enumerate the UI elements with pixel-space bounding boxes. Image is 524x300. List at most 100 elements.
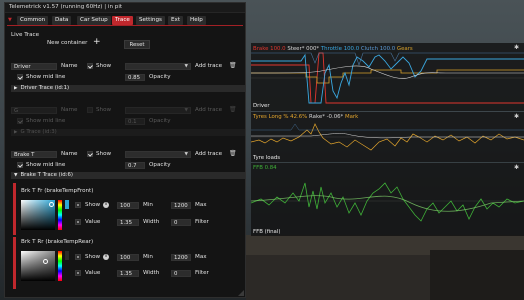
- opacity-label: Opacity: [149, 74, 171, 80]
- name-label: Name: [61, 151, 78, 157]
- opacity-label: Opacity: [149, 162, 171, 168]
- hue-slider[interactable]: [58, 251, 62, 281]
- trash-icon[interactable]: 🗑: [229, 62, 237, 69]
- chevron-down-icon: ▼: [184, 152, 188, 157]
- show-checkbox[interactable]: [87, 151, 93, 157]
- container-name-input[interactable]: Driver: [11, 63, 57, 70]
- min-input[interactable]: 100: [117, 254, 139, 261]
- trash-icon[interactable]: 🗑: [229, 150, 237, 157]
- legend-brake: Brake 100.0: [253, 46, 286, 52]
- trace-header-driver[interactable]: ▶ Driver Trace (id:1): [11, 85, 245, 92]
- opacity-input[interactable]: 0.1: [125, 118, 145, 125]
- tab-settings[interactable]: Settings: [136, 16, 165, 25]
- info-icon[interactable]: i: [103, 202, 109, 208]
- filter-input[interactable]: 0: [171, 219, 191, 226]
- show-checkbox[interactable]: [75, 254, 81, 260]
- color-picker-cursor: [43, 259, 48, 264]
- show-label: Show: [85, 202, 101, 208]
- show-checkbox[interactable]: [87, 63, 93, 69]
- filter-input[interactable]: 0: [171, 270, 191, 277]
- color-picker[interactable]: [21, 200, 55, 230]
- max-label: Max: [195, 202, 207, 208]
- trace-header-label: Driver Trace (id:1): [20, 85, 70, 91]
- legend-rake: Rake* -0.06*: [309, 114, 344, 120]
- reset-button[interactable]: Reset: [124, 40, 150, 49]
- tab-help[interactable]: Help: [187, 16, 206, 25]
- info-icon[interactable]: i: [103, 254, 109, 260]
- value-checkbox[interactable]: [75, 270, 81, 276]
- add-trace-dropdown[interactable]: ▼: [125, 107, 191, 114]
- trash-icon[interactable]: 🗑: [229, 106, 237, 113]
- resize-grip-icon[interactable]: [238, 290, 244, 296]
- color-picker[interactable]: [21, 251, 55, 281]
- width-input[interactable]: 1.35: [117, 270, 139, 277]
- window-title: Telemetrick v1.57 (running 60Hz) | in pi…: [9, 4, 123, 10]
- chevron-down-icon: ▼: [14, 173, 18, 178]
- value-label: Value: [85, 270, 101, 276]
- tab-car-setup[interactable]: Car Setup: [77, 16, 111, 25]
- tyre-legend: Tyres Long % 42.6% Rake* -0.06* Mark: [253, 114, 358, 120]
- add-trace-dropdown[interactable]: ▼: [125, 63, 191, 70]
- legend-gears: Gears: [396, 46, 413, 52]
- collapse-arrow-icon[interactable]: ▼: [8, 17, 12, 23]
- trace-color-bar: [13, 237, 16, 289]
- filter-label: Filter: [195, 219, 209, 225]
- legend-clutch: Clutch 100.0: [360, 46, 396, 52]
- value-checkbox[interactable]: [75, 219, 81, 225]
- chevron-right-icon: ▶: [14, 86, 18, 91]
- show-label: Show: [96, 107, 112, 113]
- gear-icon[interactable]: ✱: [514, 164, 519, 171]
- max-input[interactable]: 1200: [171, 202, 191, 209]
- chevron-down-icon: ▼: [184, 64, 188, 69]
- chevron-down-icon: ▼: [184, 108, 188, 113]
- tab-common[interactable]: Common: [17, 16, 49, 25]
- add-trace-dropdown[interactable]: ▼: [125, 151, 191, 158]
- ffb-plot-name: FFB (final): [253, 229, 281, 235]
- color-swatch[interactable]: [65, 251, 69, 260]
- legend-ffb: FFB 0.84: [253, 165, 277, 171]
- max-input[interactable]: 1200: [171, 254, 191, 261]
- show-mid-line-checkbox[interactable]: [17, 74, 23, 80]
- name-label: Name: [61, 107, 78, 113]
- tab-trace[interactable]: Trace: [112, 16, 133, 25]
- trace-title: Brk T Fr (brakeTempFront): [21, 188, 94, 194]
- driver-legend: Brake 100.0 Steer* 000* Throttle 100.0 C…: [253, 46, 413, 52]
- plus-icon[interactable]: +: [93, 38, 101, 47]
- tab-data[interactable]: Data: [52, 16, 72, 25]
- container-name-input[interactable]: G: [11, 107, 57, 114]
- width-label: Width: [143, 219, 160, 225]
- trace-header-brake-t[interactable]: ▼ Brake T Trace (id:6): [11, 172, 245, 179]
- hue-slider[interactable]: [58, 200, 62, 230]
- new-container-label: New container: [47, 40, 88, 46]
- opacity-input[interactable]: 0.7: [125, 162, 145, 169]
- show-checkbox[interactable]: [87, 107, 93, 113]
- trace-header-g[interactable]: ▶ G Trace (id:3): [11, 129, 245, 136]
- legend-steer: Steer* 000*: [287, 46, 320, 52]
- show-mid-line-checkbox[interactable]: [17, 162, 23, 168]
- value-label: Value: [85, 219, 101, 225]
- min-label: Min: [143, 202, 153, 208]
- gear-icon[interactable]: ✱: [514, 44, 519, 51]
- color-swatch[interactable]: [65, 200, 69, 209]
- min-input[interactable]: 100: [117, 202, 139, 209]
- tab-ext[interactable]: Ext: [168, 16, 184, 25]
- show-label: Show: [96, 151, 112, 157]
- container-name-input[interactable]: Brake T: [11, 151, 57, 158]
- name-label: Name: [61, 63, 78, 69]
- add-trace-label: Add trace: [195, 151, 223, 157]
- show-checkbox[interactable]: [75, 202, 81, 208]
- trace-color-bar: [13, 183, 16, 235]
- show-mid-line-label: Show mid line: [26, 162, 66, 168]
- max-label: Max: [195, 254, 207, 260]
- width-input[interactable]: 1.35: [117, 219, 139, 226]
- show-mid-line-checkbox[interactable]: [17, 118, 23, 124]
- opacity-input[interactable]: 0.85: [125, 74, 145, 81]
- gear-icon[interactable]: ✱: [514, 113, 519, 120]
- tab-underline: [7, 25, 243, 26]
- driver-plot: [251, 43, 524, 111]
- filter-label: Filter: [195, 270, 209, 276]
- trace-header-label: G Trace (id:3): [20, 129, 57, 135]
- telemetry-panel: Telemetrick v1.57 (running 60Hz) | in pi…: [4, 2, 246, 298]
- legend-throttle: Throttle 100.0: [320, 46, 360, 52]
- title-bar[interactable]: Telemetrick v1.57 (running 60Hz) | in pi…: [5, 3, 245, 13]
